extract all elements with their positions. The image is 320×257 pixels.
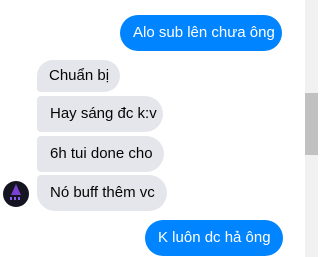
message-outgoing[interactable]: Alo sub lên chưa ông xyxy=(120,15,282,51)
chat-thread: Alo sub lên chưa ông Chuẩn bị Hay sáng đ… xyxy=(0,0,318,257)
message-incoming[interactable]: Chuẩn bị xyxy=(37,60,120,92)
avatar-dots-icon xyxy=(10,197,22,200)
scrollbar-thumb[interactable] xyxy=(305,93,318,155)
contact-avatar-icon[interactable] xyxy=(3,181,29,207)
avatar-glyph-icon xyxy=(11,184,21,195)
message-incoming[interactable]: Nó buff thêm vc xyxy=(37,175,167,211)
message-outgoing[interactable]: K luôn dc hả ông xyxy=(145,220,283,256)
message-incoming[interactable]: 6h tui done cho xyxy=(37,136,164,172)
message-incoming[interactable]: Hay sáng đc k:v xyxy=(37,96,163,132)
